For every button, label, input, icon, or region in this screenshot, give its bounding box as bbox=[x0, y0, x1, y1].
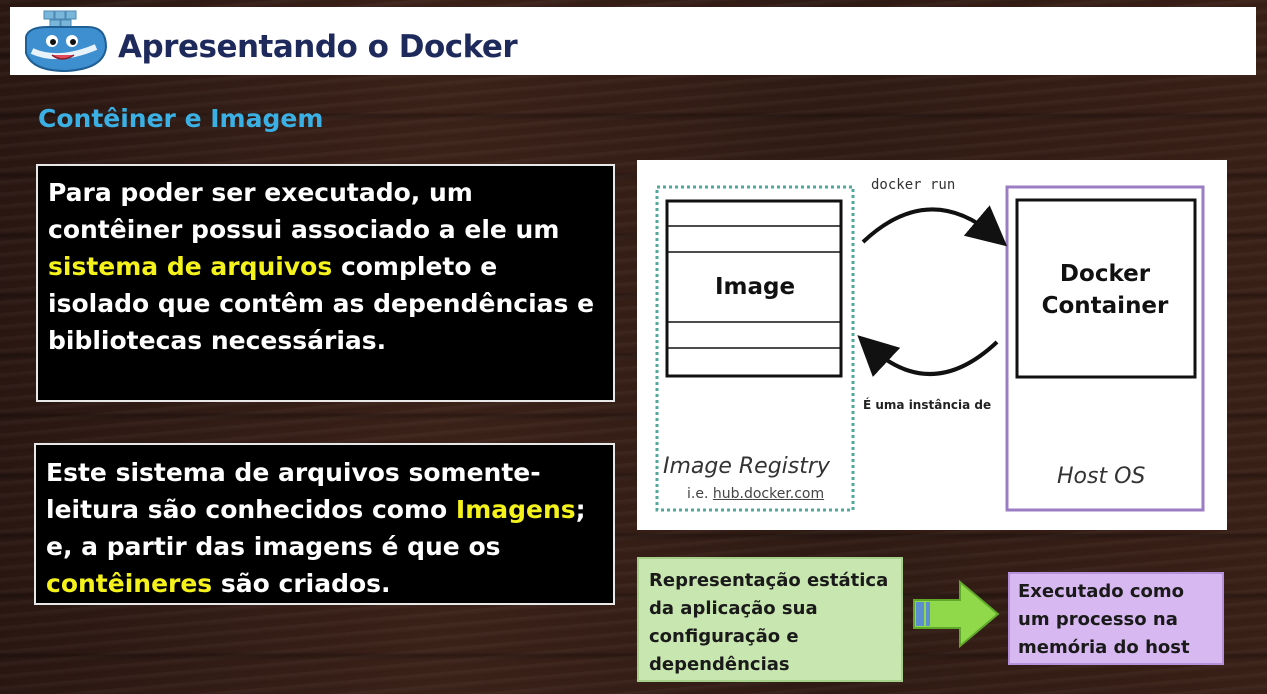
page-title: Apresentando o Docker bbox=[118, 29, 518, 65]
docker-run-label: docker run bbox=[871, 177, 956, 193]
host-os-label: Host OS bbox=[1057, 464, 1146, 489]
registry-link[interactable]: hub.docker.com bbox=[713, 486, 824, 502]
instance-arrow bbox=[857, 335, 999, 377]
image-label: Image bbox=[715, 274, 796, 300]
highlight-containers: contêineres bbox=[46, 569, 213, 598]
slide: Apresentando o Docker Contêiner e Imagem… bbox=[0, 0, 1267, 694]
docker-diagram: docker run Image Docker Container É uma … bbox=[637, 160, 1227, 530]
runtime-box: Executado como um processo na memória do… bbox=[1008, 572, 1224, 665]
images-box: Este sistema de arquivos somente-leitura… bbox=[34, 443, 615, 605]
registry-url-line: i.e. hub.docker.com bbox=[687, 486, 824, 502]
image-registry-label: Image Registry bbox=[663, 454, 830, 479]
right-arrow-icon bbox=[913, 580, 1000, 648]
highlight-filesystem: sistema de arquivos bbox=[48, 252, 333, 281]
docker-container-label: Docker Container bbox=[1041, 261, 1169, 319]
images-text-end: são criados. bbox=[212, 569, 391, 598]
registry-prefix: i.e. bbox=[687, 486, 713, 502]
instance-label: É uma instância de bbox=[863, 398, 992, 412]
header-bar: Apresentando o Docker bbox=[10, 7, 1256, 75]
description-box: Para poder ser executado, um contêiner p… bbox=[36, 164, 615, 402]
highlight-images: Imagens bbox=[455, 495, 576, 524]
static-representation-box: Representação estática da aplicação sua … bbox=[637, 557, 903, 682]
run-arrow bbox=[861, 205, 1008, 247]
description-text: Para poder ser executado, um contêiner p… bbox=[48, 178, 560, 244]
docker-whale-icon bbox=[25, 10, 108, 73]
section-title: Contêiner e Imagem bbox=[38, 104, 324, 133]
